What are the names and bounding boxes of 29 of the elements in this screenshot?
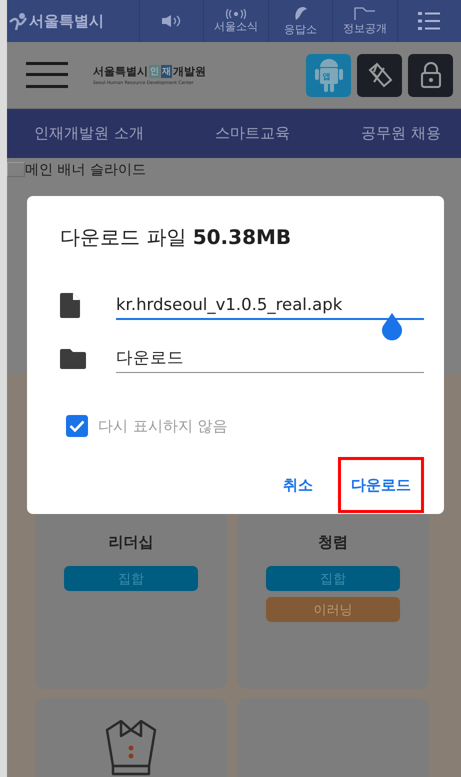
file-name-field[interactable]: kr.hrdseoul_v1.0.5_real.apk — [116, 291, 424, 320]
checkbox-label: 다시 표시하지 않음 — [98, 416, 228, 436]
download-button[interactable]: 다운로드 — [338, 457, 424, 513]
broadcast-icon — [226, 8, 246, 18]
dialog-title: 다운로드 파일 50.38MB — [60, 224, 292, 251]
nav-item[interactable]: 스마트교육 — [215, 124, 290, 143]
lock-icon — [420, 61, 442, 89]
broken-image-icon — [7, 162, 25, 177]
android-icon — [314, 57, 344, 93]
banner-alt-text: 메인 배너 슬라이드 — [25, 160, 146, 178]
menu-icon[interactable] — [26, 60, 68, 90]
folder-outline-icon — [354, 6, 376, 20]
card-title: 청렴 — [318, 533, 348, 552]
nav-item[interactable]: 공무원 채용 — [361, 124, 441, 143]
card-title: 리더십 — [108, 533, 154, 552]
menu-icon — [418, 11, 440, 31]
course-tag[interactable]: 이러닝 — [266, 597, 400, 622]
lock-app-button[interactable] — [408, 54, 453, 96]
ribbon-app-button[interactable] — [357, 54, 402, 96]
seoul-logo-icon — [9, 12, 27, 30]
checkbox[interactable] — [66, 415, 88, 437]
check-icon — [69, 420, 85, 432]
folder-field[interactable]: 다운로드 — [116, 344, 424, 372]
site-logo-text[interactable]: 서울특별시 — [29, 12, 104, 30]
speaker-icon — [160, 14, 183, 28]
file-icon — [60, 293, 80, 318]
folder-icon — [60, 348, 86, 368]
nav-item[interactable]: 인재개발원 소개 — [34, 124, 144, 143]
ribbon-icon — [366, 62, 392, 88]
